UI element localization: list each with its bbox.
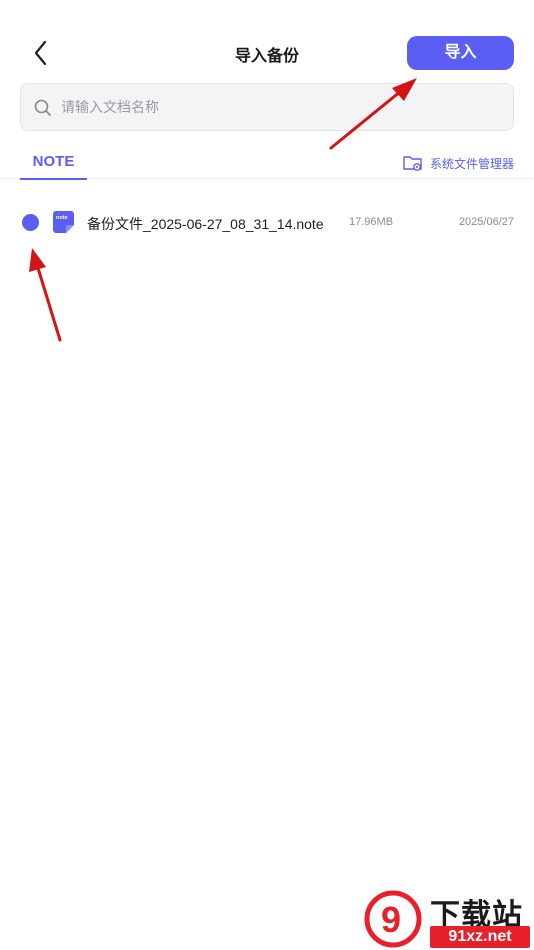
tab-active-indicator — [20, 178, 87, 180]
system-file-manager-link[interactable]: 系统文件管理器 — [402, 152, 514, 174]
file-size: 17.96MB — [349, 216, 394, 228]
file-date: 2025/06/27 — [458, 216, 514, 228]
search-input[interactable] — [61, 84, 501, 130]
note-file-icon-label: note — [56, 215, 68, 221]
import-button[interactable]: 导入 — [407, 36, 514, 70]
tab-note-label: NOTE — [32, 153, 75, 170]
folder-settings-icon — [403, 156, 422, 171]
search-icon — [34, 99, 51, 116]
tab-bar: NOTE 系统文件管理器 — [0, 148, 534, 180]
system-file-manager-label: 系统文件管理器 — [429, 156, 514, 171]
select-radio[interactable] — [22, 214, 39, 231]
watermark-bottom-text: 91xz.net — [430, 926, 530, 948]
tab-note[interactable]: NOTE — [20, 148, 87, 180]
annotation-arrows — [29, 78, 417, 342]
file-name: 备份文件_2025-06-27_08_31_14.note — [87, 216, 324, 232]
header-bar: 导入备份 导入 — [0, 0, 534, 80]
note-file-icon: note — [53, 211, 74, 233]
search-box[interactable] — [20, 83, 514, 131]
arrow-to-radio — [29, 248, 62, 342]
site-watermark: 9 下载站 91xz.net — [364, 888, 534, 950]
file-list-item[interactable]: note 备份文件_2025-06-27_08_31_14.note 17.96… — [0, 200, 534, 244]
watermark-logo: 9 — [364, 890, 422, 948]
watermark-logo-text: 9 — [381, 899, 401, 940]
